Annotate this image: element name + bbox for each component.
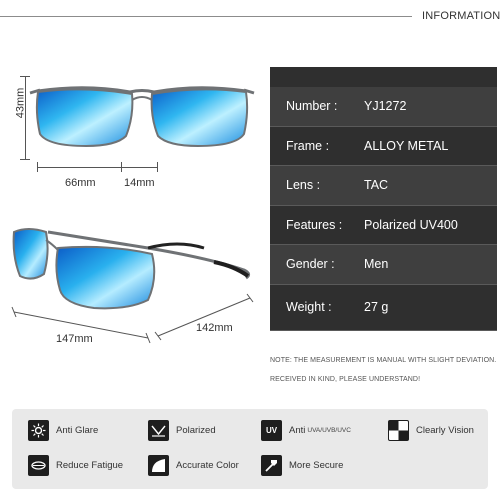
uv-icon: UV bbox=[261, 420, 282, 441]
feature-sublabel: UVA/UVB/UVC bbox=[307, 427, 351, 434]
spec-label: Frame : bbox=[286, 138, 330, 153]
spec-value: Polarized UV400 bbox=[364, 217, 458, 232]
spec-value: ALLOY METAL bbox=[364, 138, 449, 153]
spec-row-gender: Gender : Men bbox=[270, 245, 497, 285]
feature-more-secure: More Secure bbox=[261, 455, 343, 476]
lens-width-tick-left bbox=[37, 162, 38, 172]
bridge-dimension-line bbox=[121, 167, 157, 168]
spec-label: Number : bbox=[286, 99, 338, 114]
feature-panel: Anti Glare Polarized UV Anti UVA/UVB/UVC… bbox=[12, 409, 488, 489]
spec-row-frame: Frame : ALLOY METAL bbox=[270, 126, 497, 166]
spec-value: TAC bbox=[364, 178, 389, 193]
feature-polarized: Polarized bbox=[148, 420, 216, 441]
feature-label: Polarized bbox=[176, 425, 216, 436]
polarized-icon bbox=[148, 420, 169, 441]
height-dimension-tick-bottom bbox=[20, 159, 30, 160]
spec-value: Men bbox=[364, 257, 389, 272]
reduce-fatigue-icon bbox=[28, 455, 49, 476]
glasses-front-image bbox=[29, 86, 255, 148]
frame-width-label: 142mm bbox=[196, 322, 233, 334]
feature-anti-uv: UV Anti UVA/UVB/UVC bbox=[261, 420, 351, 441]
feature-label: Reduce Fatigue bbox=[56, 460, 124, 471]
lens-width-label: 66mm bbox=[65, 177, 96, 189]
lens-height-label: 43mm bbox=[14, 87, 27, 119]
lens-width-dimension-line bbox=[37, 167, 121, 168]
measurement-note: NOTE: THE MEASUREMENT IS MANUAL WITH SLI… bbox=[270, 357, 497, 364]
feature-label: Accurate Color bbox=[176, 460, 239, 471]
header-divider bbox=[0, 16, 412, 17]
received-note: RECEIVED IN KIND, PLEASE UNDERSTAND! bbox=[270, 376, 421, 383]
spec-value: YJ1272 bbox=[364, 99, 407, 114]
feature-reduce-fatigue: Reduce Fatigue bbox=[28, 455, 123, 476]
spec-value: 27 g bbox=[364, 300, 389, 314]
feature-anti-glare: Anti Glare bbox=[28, 420, 98, 441]
side-dimension-lines bbox=[11, 293, 254, 344]
spec-label: Lens : bbox=[286, 178, 321, 193]
feature-label: More Secure bbox=[289, 460, 344, 471]
spec-row-features: Features : Polarized UV400 bbox=[270, 205, 497, 245]
spec-table: Number : YJ1272 Frame : ALLOY METAL Lens… bbox=[270, 67, 497, 331]
bridge-label: 14mm bbox=[124, 177, 155, 189]
more-secure-icon bbox=[261, 455, 282, 476]
page-title: INFORMATION bbox=[422, 10, 500, 22]
bridge-tick-right bbox=[157, 162, 158, 172]
spec-row-lens: Lens : TAC bbox=[270, 166, 497, 206]
feature-label: Anti bbox=[289, 425, 306, 436]
feature-label: Anti Glare bbox=[56, 425, 99, 436]
accurate-color-icon bbox=[148, 455, 169, 476]
feature-label: Clearly Vision bbox=[416, 425, 474, 436]
anti-glare-icon bbox=[28, 420, 49, 441]
height-dimension-tick-top bbox=[20, 76, 30, 77]
spec-row-weight: Weight : 27 g bbox=[270, 284, 497, 331]
clearly-vision-icon bbox=[388, 420, 409, 441]
feature-accurate-color: Accurate Color bbox=[148, 455, 239, 476]
spec-label: Gender : bbox=[286, 257, 335, 272]
spec-label: Features : bbox=[286, 217, 343, 232]
spec-label: Weight : bbox=[286, 300, 332, 314]
spec-table-top bbox=[270, 67, 497, 87]
temple-length-label: 147mm bbox=[56, 333, 93, 345]
feature-clearly-vision: Clearly Vision bbox=[388, 420, 474, 441]
spec-row-number: Number : YJ1272 bbox=[270, 87, 497, 127]
